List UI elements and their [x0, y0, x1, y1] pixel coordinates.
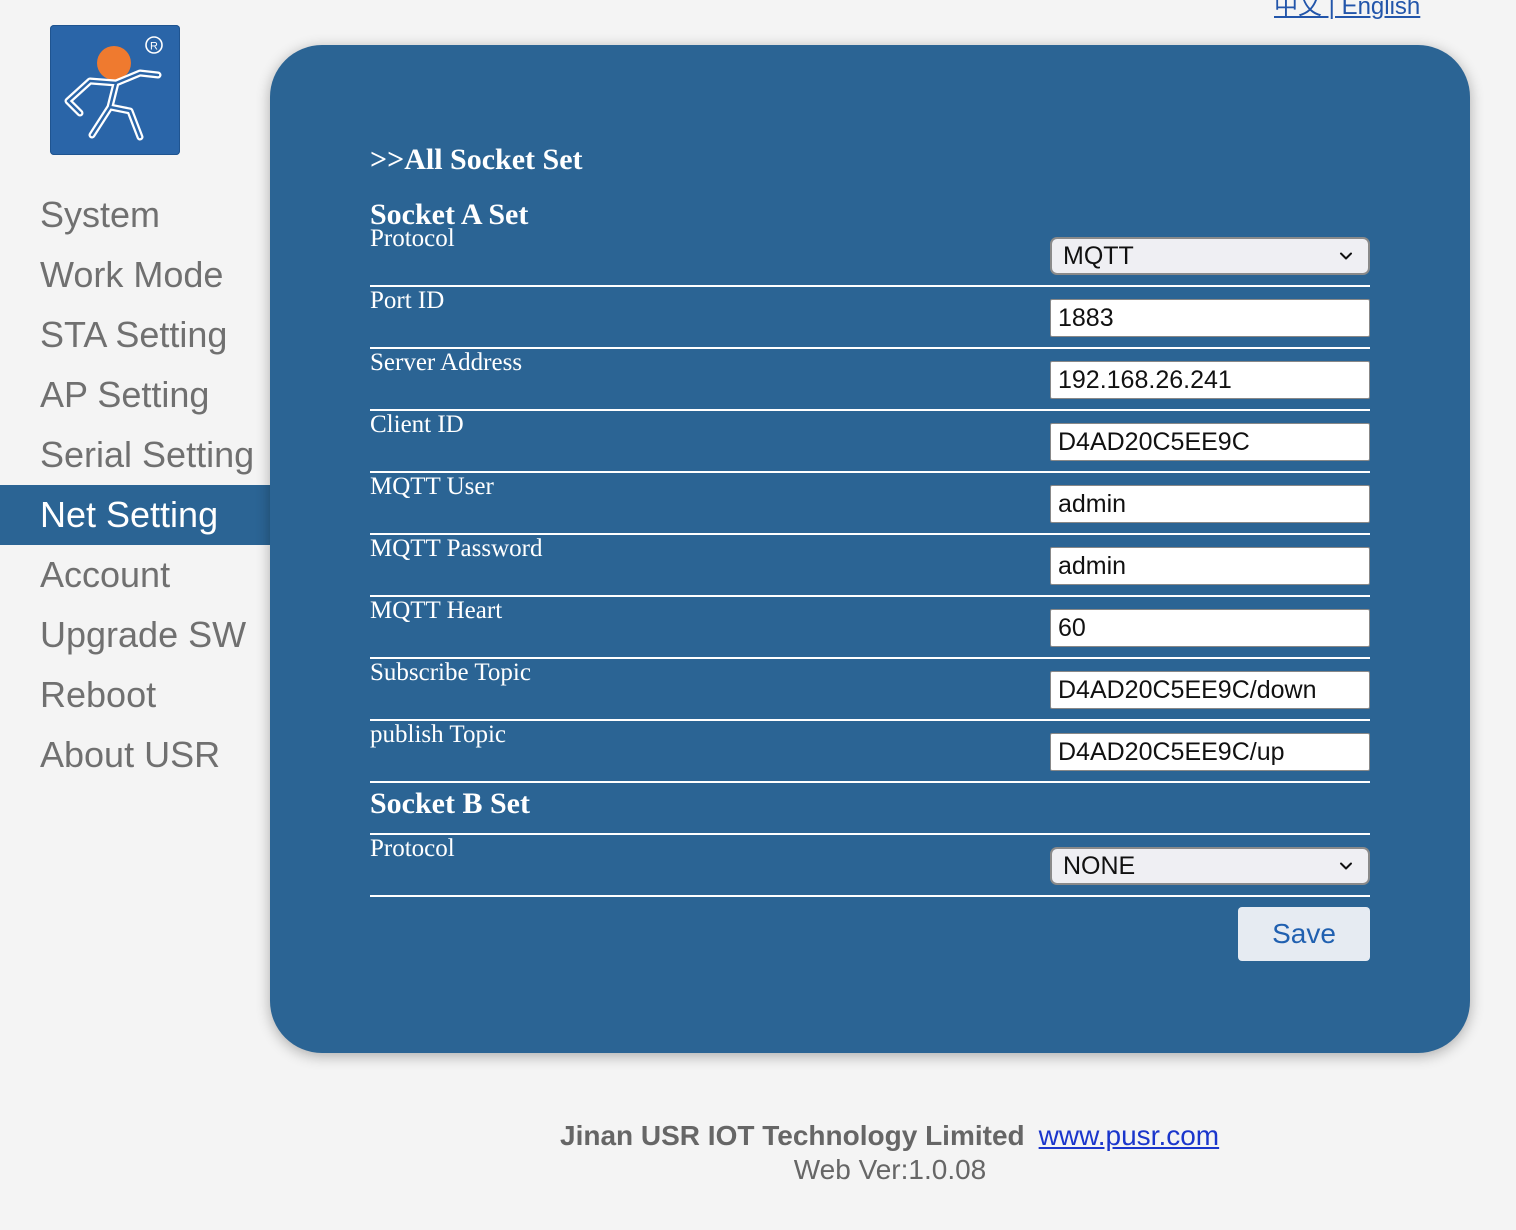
socket-b-title-row: Socket B Set — [370, 783, 1370, 835]
socket-b-title: Socket B Set — [370, 787, 530, 820]
sidebar-item-about-usr[interactable]: About USR — [0, 725, 270, 785]
sidebar-item-upgrade-sw[interactable]: Upgrade SW — [0, 605, 270, 665]
language-link[interactable]: 中文 | English — [1274, 0, 1420, 21]
sidebar-item-reboot[interactable]: Reboot — [0, 665, 270, 725]
socket-b-protocol-value: NONE — [1063, 852, 1136, 880]
mqtt-password-label: MQTT Password — [370, 535, 543, 562]
mqtt-heart-row: MQTT Heart — [370, 597, 1370, 659]
sidebar-item-system[interactable]: System — [0, 185, 270, 245]
server-address-label: Server Address — [370, 349, 523, 376]
client-id-label: Client ID — [370, 411, 464, 438]
client-id-input[interactable] — [1050, 423, 1370, 461]
sidebar-item-ap-setting[interactable]: AP Setting — [0, 365, 270, 425]
socket-a-protocol-label: Protocol — [370, 225, 455, 252]
subscribe-topic-row: Subscribe Topic — [370, 659, 1370, 721]
socket-b-protocol-select[interactable]: NONE — [1050, 847, 1370, 885]
mqtt-heart-input[interactable] — [1050, 609, 1370, 647]
port-id-label: Port ID — [370, 287, 445, 314]
mqtt-password-row: MQTT Password — [370, 535, 1370, 597]
socket-b-protocol-label: Protocol — [370, 835, 455, 862]
sidebar-item-account[interactable]: Account — [0, 545, 270, 605]
mqtt-password-input[interactable] — [1050, 547, 1370, 585]
footer-version: Web Ver:1.0.08 — [793, 1154, 987, 1185]
subscribe-topic-input[interactable] — [1050, 671, 1370, 709]
sidebar-item-sta-setting[interactable]: STA Setting — [0, 305, 270, 365]
mqtt-user-row: MQTT User — [370, 473, 1370, 535]
page: 中文 | English R System Work Mode STA Sett… — [0, 0, 1516, 1230]
server-address-input[interactable] — [1050, 361, 1370, 399]
chevron-down-icon — [1340, 252, 1352, 260]
page-title: >>All Socket Set — [370, 143, 583, 176]
server-address-row: Server Address — [370, 349, 1370, 411]
mqtt-heart-label: MQTT Heart — [370, 597, 503, 624]
sidebar-item-work-mode[interactable]: Work Mode — [0, 245, 270, 305]
settings-panel: >>All Socket Set Socket A Set Protocol M… — [270, 45, 1470, 1053]
publish-topic-input[interactable] — [1050, 733, 1370, 771]
socket-a-protocol-select[interactable]: MQTT — [1050, 237, 1370, 275]
usr-logo: R — [50, 25, 180, 155]
mqtt-user-label: MQTT User — [370, 473, 494, 500]
footer: Jinan USR IOT Technology Limited www.pusr… — [560, 1120, 1219, 1152]
socket-a-protocol-value: MQTT — [1063, 242, 1134, 270]
save-button[interactable]: Save — [1238, 907, 1370, 961]
socket-a-protocol-row: Protocol MQTT — [370, 225, 1370, 287]
socket-b-protocol-row: Protocol NONE — [370, 835, 1370, 897]
sidebar-nav: System Work Mode STA Setting AP Setting … — [0, 185, 270, 785]
client-id-row: Client ID — [370, 411, 1370, 473]
publish-topic-label: publish Topic — [370, 721, 506, 748]
chevron-down-icon — [1340, 862, 1352, 870]
publish-topic-row: publish Topic — [370, 721, 1370, 783]
sidebar-item-net-setting[interactable]: Net Setting — [0, 485, 270, 545]
footer-website-link[interactable]: www.pusr.com — [1039, 1120, 1220, 1151]
footer-company: Jinan USR IOT Technology Limited — [560, 1120, 1025, 1151]
mqtt-user-input[interactable] — [1050, 485, 1370, 523]
svg-text:R: R — [150, 41, 158, 53]
usr-running-man-logo-icon: R — [64, 36, 163, 141]
port-id-row: Port ID — [370, 287, 1370, 349]
subscribe-topic-label: Subscribe Topic — [370, 659, 531, 686]
sidebar-item-serial-setting[interactable]: Serial Setting — [0, 425, 270, 485]
port-id-input[interactable] — [1050, 299, 1370, 337]
